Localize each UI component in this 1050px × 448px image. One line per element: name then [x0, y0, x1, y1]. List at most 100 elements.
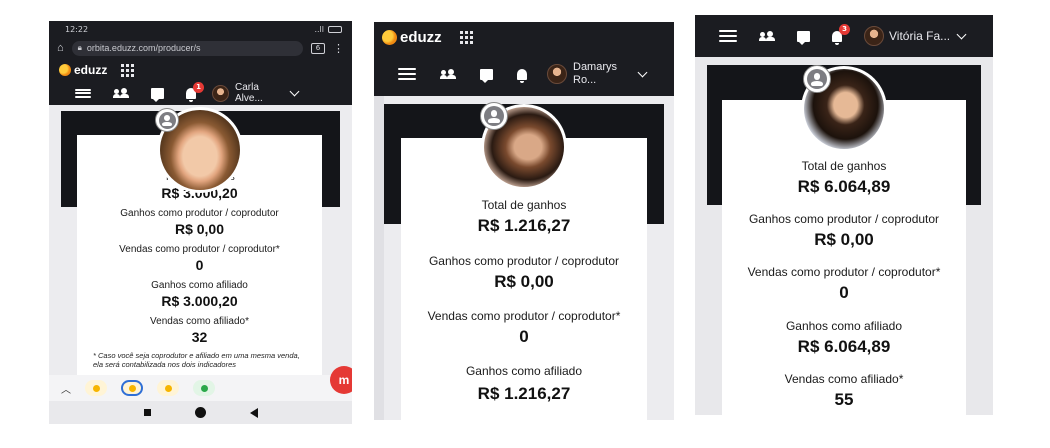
affiliate-earnings-label: Ganhos como afiliado: [785, 319, 903, 333]
notifications-button[interactable]: 3: [832, 23, 850, 45]
home-icon[interactable]: ⌂: [57, 42, 64, 54]
user-menu[interactable]: Vitória Fa...: [864, 26, 967, 46]
user-menu[interactable]: Damarys Ro...: [547, 61, 648, 87]
footnote: * Caso você seja coprodutor e afiliado e…: [93, 351, 300, 369]
status-time: 12:22: [65, 24, 89, 34]
tab-2-icon[interactable]: [121, 380, 143, 396]
content-area: Total de ganhos R$ 3.000,20 Ganhos como …: [49, 105, 352, 401]
notifications-button[interactable]: 1: [186, 81, 204, 102]
top-navbar: Damarys Ro...: [374, 52, 674, 96]
phone-screen-carla: 12:22 ..ll ⌂ 🔒︎ orbita.eduzz.com/produce…: [49, 21, 352, 424]
android-nav-bar: [49, 401, 352, 424]
producer-earnings-value: R$ 0,00: [494, 272, 554, 291]
user-name: Carla Alve...: [235, 82, 263, 104]
producer-earnings-label: Ganhos como produtor / coprodutor: [120, 208, 279, 219]
affiliate-earnings-value: R$ 3.000,20: [161, 293, 238, 309]
lock-icon: 🔒︎: [77, 43, 82, 52]
messages-icon[interactable]: [151, 87, 164, 102]
messages-icon[interactable]: [797, 30, 810, 45]
affiliate-sales-label: Vendas como afiliado*: [784, 372, 904, 386]
home-button-icon[interactable]: [194, 407, 206, 418]
user-avatar: [864, 26, 884, 46]
tab-1-icon[interactable]: [85, 380, 107, 396]
menu-icon[interactable]: [75, 88, 91, 98]
producer-earnings-value: R$ 0,00: [174, 221, 225, 237]
user-avatar: [547, 64, 567, 84]
top-navbar: 3 Vitória Fa...: [695, 15, 993, 57]
url-text: orbita.eduzz.com/producer/s: [86, 43, 201, 53]
eduzz-logo[interactable]: eduzz: [59, 63, 107, 77]
chevron-down-icon: [289, 86, 300, 96]
role-user-icon: [155, 108, 179, 132]
screenshot-collage: 12:22 ..ll ⌂ 🔒︎ orbita.eduzz.com/produce…: [0, 0, 1050, 448]
apps-grid-icon[interactable]: [121, 63, 135, 77]
producer-sales-label: Vendas como produtor / coprodutor*: [747, 265, 941, 279]
tab-count-button[interactable]: 6: [311, 42, 325, 54]
affiliate-earnings-label: Ganhos como afiliado: [151, 280, 248, 291]
bell-icon: [517, 68, 527, 83]
affiliate-sales-value: 55: [834, 390, 854, 409]
affiliate-earnings-value: R$ 6.064,89: [797, 337, 891, 356]
user-name: Vitória Fa...: [889, 28, 951, 43]
producer-sales-value: 0: [519, 327, 529, 346]
chevron-up-icon[interactable]: ︿: [61, 381, 71, 396]
notifications-button[interactable]: [517, 68, 527, 83]
affiliate-earnings-label: Ganhos como afiliado: [465, 364, 583, 378]
phone-screen-damarys: eduzz Damarys Ro... Total de ganhos R$ 1…: [374, 22, 674, 420]
chat-fab-icon: m: [338, 373, 350, 387]
battery-icon: [328, 25, 342, 33]
producer-earnings-label: Ganhos como produtor / coprodutor: [748, 212, 940, 226]
user-avatar: [212, 84, 229, 102]
phone-screen-vitoria: 3 Vitória Fa... Total de ganhos R$ 6.064…: [695, 15, 993, 415]
tab-3-icon[interactable]: [157, 380, 179, 396]
recents-icon[interactable]: [143, 409, 151, 416]
content-area: Total de ganhos R$ 1.216,27 Ganhos como …: [374, 96, 674, 420]
browser-tab-strip: ︿: [49, 375, 352, 401]
tab-4-icon[interactable]: [193, 380, 215, 396]
eduzz-brand-bar: eduzz: [374, 22, 674, 52]
affiliate-sales-value: 32: [191, 329, 208, 345]
overflow-menu-icon[interactable]: ⋮: [333, 42, 344, 55]
eduzz-flame-icon: [59, 64, 71, 76]
content-area: Total de ganhos R$ 6.064,89 Ganhos como …: [695, 57, 993, 415]
eduzz-brand-bar: eduzz: [49, 59, 352, 81]
eduzz-flame-icon: [382, 29, 397, 45]
apps-grid-icon[interactable]: [459, 30, 473, 44]
status-icons: ..ll: [314, 25, 342, 34]
role-user-icon: [480, 102, 508, 130]
affiliate-earnings-value: R$ 1.216,27: [477, 384, 571, 403]
total-earnings-value: R$ 1.216,27: [477, 216, 571, 235]
chat-fab[interactable]: m: [330, 366, 352, 394]
producer-sales-label: Vendas como produtor / coprodutor*: [427, 309, 621, 323]
menu-icon[interactable]: [719, 30, 737, 42]
producer-sales-label: Vendas como produtor / coprodutor*: [119, 244, 280, 255]
affiliates-icon[interactable]: [440, 69, 456, 79]
chevron-down-icon: [637, 67, 648, 77]
total-earnings-label: Total de ganhos: [801, 159, 887, 173]
top-navbar: 1 Carla Alve...: [49, 81, 352, 105]
user-menu[interactable]: Carla Alve...: [212, 82, 300, 104]
user-name: Damarys Ro...: [573, 61, 618, 86]
browser-toolbar: ⌂ 🔒︎ orbita.eduzz.com/producer/s 6 ⋮: [49, 37, 352, 59]
messages-icon[interactable]: [480, 68, 493, 83]
android-status-bar: 12:22 ..ll: [49, 21, 352, 37]
producer-earnings-value: R$ 0,00: [814, 230, 874, 249]
producer-sales-value: 0: [839, 283, 849, 302]
back-icon[interactable]: [249, 407, 258, 418]
affiliates-icon[interactable]: [759, 31, 775, 41]
chevron-down-icon: [956, 29, 967, 39]
role-user-icon: [803, 65, 831, 93]
eduzz-logo[interactable]: eduzz: [382, 29, 442, 46]
menu-icon[interactable]: [398, 68, 416, 80]
content-left-gutter: [374, 96, 384, 420]
producer-sales-value: 0: [195, 257, 204, 273]
notification-badge: 1: [193, 81, 204, 93]
total-earnings-value: R$ 6.064,89: [797, 177, 891, 196]
notification-badge: 3: [839, 23, 850, 35]
affiliate-sales-label: Vendas como afiliado*: [150, 316, 249, 327]
producer-earnings-label: Ganhos como produtor / coprodutor: [428, 254, 620, 268]
signal-icon: ..ll: [314, 24, 324, 34]
affiliates-icon[interactable]: [113, 88, 129, 98]
address-bar[interactable]: 🔒︎ orbita.eduzz.com/producer/s: [71, 40, 303, 56]
total-earnings-label: Total de ganhos: [481, 198, 567, 212]
